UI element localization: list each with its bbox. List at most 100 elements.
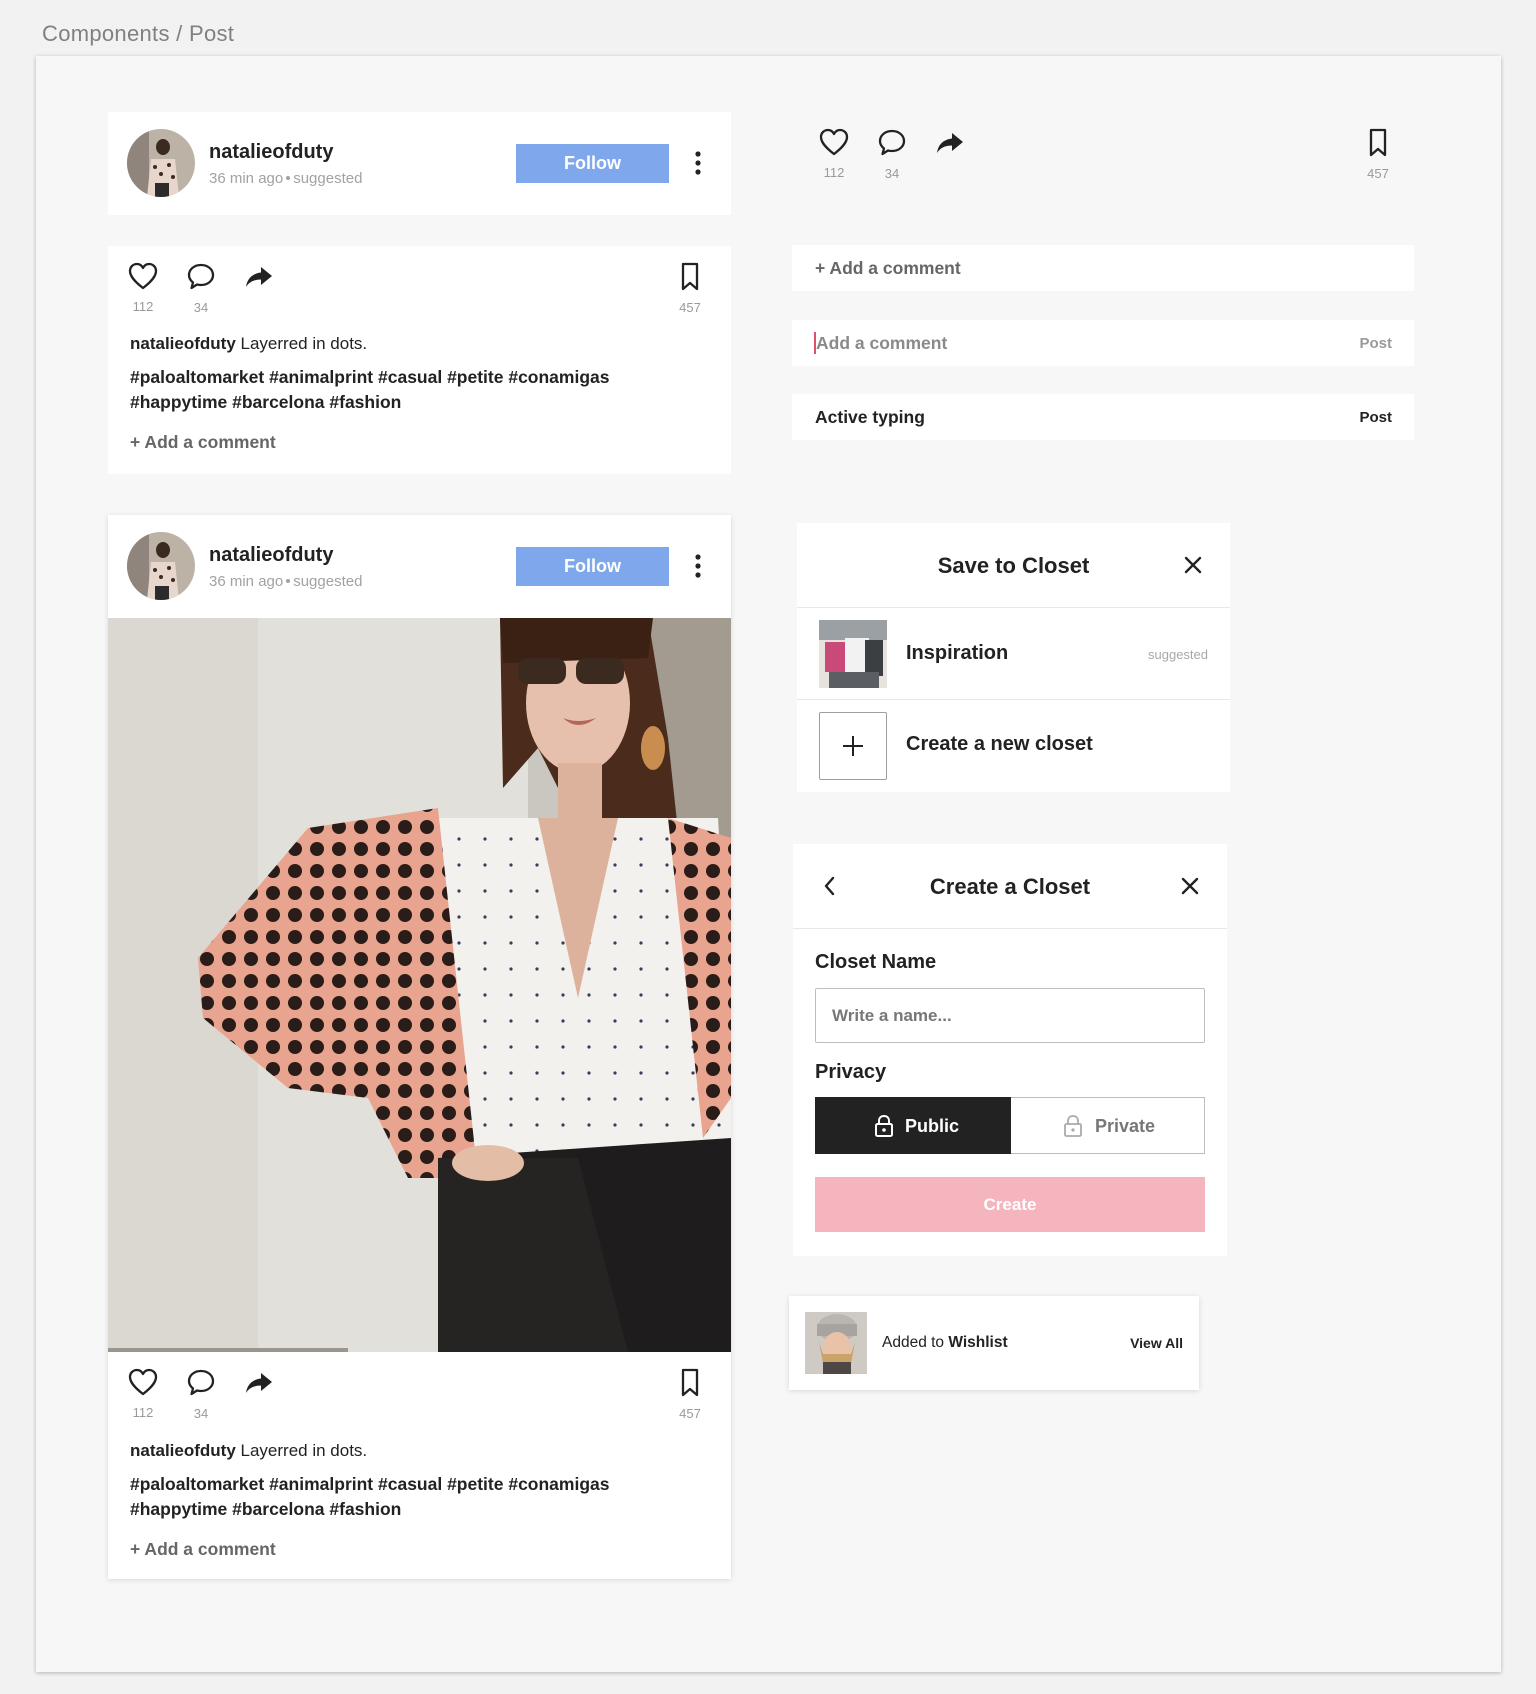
- privacy-label: Privacy: [815, 1061, 887, 1083]
- post-username[interactable]: natalieofduty: [209, 141, 333, 164]
- save-to-closet-modal: Save to Closet Inspiration suggested Cre…: [797, 523, 1230, 792]
- heart-icon: [128, 262, 158, 290]
- suggested-badge: suggested: [1148, 647, 1208, 662]
- add-closet-box[interactable]: [819, 712, 887, 780]
- privacy-public-option[interactable]: Public: [815, 1097, 1011, 1154]
- heart-icon: [819, 128, 849, 156]
- product-thumbnail: [805, 1312, 867, 1374]
- create-new-closet-row[interactable]: Create a new closet: [797, 700, 1230, 792]
- plus-icon: [843, 736, 863, 756]
- comment-input-empty[interactable]: Add a comment Post: [792, 320, 1414, 366]
- share-arrow-icon: [937, 133, 963, 153]
- modal-title: Save to Closet: [937, 553, 1090, 578]
- hashtags: #paloaltomarket #animalprint #casual #pe…: [130, 365, 690, 415]
- post-caption: natalieofduty Layerred in dots.: [130, 1441, 367, 1461]
- post-comment-button[interactable]: Post: [1359, 409, 1392, 426]
- like-action[interactable]: 112: [128, 262, 158, 314]
- toast-prefix: Added to: [882, 1334, 949, 1351]
- modal-title: Create a Closet: [929, 874, 1091, 899]
- create-closet-button[interactable]: Create: [815, 1177, 1205, 1232]
- meta-dot-separator: [286, 176, 291, 181]
- comment-action[interactable]: 34: [877, 128, 907, 181]
- closet-name: Inspiration: [906, 642, 1009, 664]
- comment-typed-text[interactable]: Active typing: [815, 407, 925, 428]
- post-header-card: natalieofduty 36 min ago suggested Follow: [108, 112, 731, 215]
- caption-username[interactable]: natalieofduty: [130, 334, 236, 353]
- closet-name-label: Closet Name: [815, 951, 937, 973]
- comment-action[interactable]: 34: [186, 262, 216, 315]
- follow-button[interactable]: Follow: [516, 144, 669, 183]
- post-caption: natalieofduty Layerred in dots.: [130, 334, 367, 354]
- like-count: 112: [823, 165, 845, 180]
- divider: [793, 928, 1227, 929]
- follow-button[interactable]: Follow: [516, 547, 669, 586]
- private-label: Private: [1095, 1116, 1156, 1136]
- share-action[interactable]: [244, 265, 274, 294]
- post-photo[interactable]: [108, 618, 731, 1352]
- public-label: Public: [905, 1116, 960, 1136]
- more-vertical-icon[interactable]: [693, 150, 703, 176]
- comment-count: 34: [884, 166, 900, 181]
- avatar[interactable]: [127, 532, 195, 600]
- hashtags-line[interactable]: #paloaltomarket #animalprint #casual #pe…: [130, 365, 690, 390]
- more-vertical-icon[interactable]: [693, 553, 703, 579]
- post-username[interactable]: natalieofduty: [209, 544, 333, 567]
- view-all-link[interactable]: View All: [1130, 1335, 1183, 1351]
- save-action[interactable]: 457: [675, 1368, 705, 1421]
- bookmark-icon: [681, 262, 699, 291]
- share-action[interactable]: [935, 131, 965, 160]
- close-icon[interactable]: [1179, 875, 1201, 897]
- save-count: 457: [1367, 166, 1389, 181]
- add-comment-link[interactable]: + Add a comment: [130, 1539, 276, 1560]
- like-action[interactable]: 112: [819, 128, 849, 180]
- like-count: 112: [132, 1405, 154, 1420]
- post-comment-button-disabled[interactable]: Post: [1359, 335, 1392, 352]
- comment-count: 34: [193, 300, 209, 315]
- caption-username[interactable]: natalieofduty: [130, 1441, 236, 1460]
- closet-name-input[interactable]: Write a name...: [815, 988, 1205, 1043]
- bookmark-icon: [1369, 128, 1387, 157]
- share-arrow-icon: [246, 267, 272, 287]
- lock-icon: [875, 1114, 893, 1137]
- share-action[interactable]: [244, 1371, 274, 1400]
- like-count: 112: [132, 299, 154, 314]
- post-meta: 36 min ago suggested: [209, 170, 362, 187]
- closet-item-inspiration[interactable]: Inspiration suggested: [797, 608, 1230, 699]
- breadcrumb: Components / Post: [42, 21, 235, 46]
- suggested-label: suggested: [293, 573, 363, 590]
- lock-icon: [1064, 1115, 1082, 1137]
- hashtags-line[interactable]: #paloaltomarket #animalprint #casual #pe…: [130, 1472, 690, 1497]
- comment-placeholder[interactable]: Add a comment: [816, 333, 947, 354]
- closet-thumbnail: [819, 620, 887, 688]
- save-action[interactable]: 457: [1363, 128, 1393, 181]
- save-action[interactable]: 457: [675, 262, 705, 315]
- full-post-card: natalieofduty 36 min ago suggested Follow: [108, 515, 731, 1579]
- create-new-closet-label[interactable]: Create a new closet: [906, 733, 1093, 756]
- comment-input-active[interactable]: Active typing Post: [792, 394, 1414, 440]
- create-closet-modal: Create a Closet Closet Name Write a name…: [793, 844, 1227, 1256]
- comment-action[interactable]: 34: [186, 1368, 216, 1421]
- comment-bubble-icon: [187, 263, 215, 290]
- add-comment-link[interactable]: + Add a comment: [815, 258, 961, 279]
- like-action[interactable]: 112: [128, 1368, 158, 1420]
- caption-text: Layerred in dots.: [235, 1441, 368, 1460]
- bookmark-icon: [681, 1368, 699, 1397]
- add-comment-link[interactable]: + Add a comment: [130, 432, 276, 453]
- close-icon[interactable]: [1182, 554, 1204, 576]
- toast-message: Added to Wishlist: [882, 1334, 1008, 1352]
- full-post-footer: 112 34 457 natalieofduty Layerred in dot…: [108, 1352, 731, 1579]
- hashtags-line[interactable]: #happytime #barcelona #fashion: [130, 390, 690, 415]
- add-comment-bar[interactable]: + Add a comment: [792, 245, 1414, 291]
- share-arrow-icon: [246, 1373, 272, 1393]
- privacy-private-option[interactable]: Private: [1011, 1097, 1205, 1154]
- comment-bubble-icon: [187, 1369, 215, 1396]
- hashtags-line[interactable]: #happytime #barcelona #fashion: [130, 1497, 690, 1522]
- post-footer-card: 112 34 457 natalieofduty Layerred in dot…: [108, 246, 731, 474]
- actions-panel: 112 34 457: [792, 112, 1450, 192]
- save-count: 457: [679, 300, 701, 315]
- full-post-header: natalieofduty 36 min ago suggested Follow: [108, 515, 731, 618]
- wishlist-toast: Added to Wishlist View All: [789, 1296, 1199, 1390]
- post-time: 36 min ago: [209, 573, 284, 590]
- avatar[interactable]: [127, 129, 195, 197]
- comment-bubble-icon: [878, 129, 906, 156]
